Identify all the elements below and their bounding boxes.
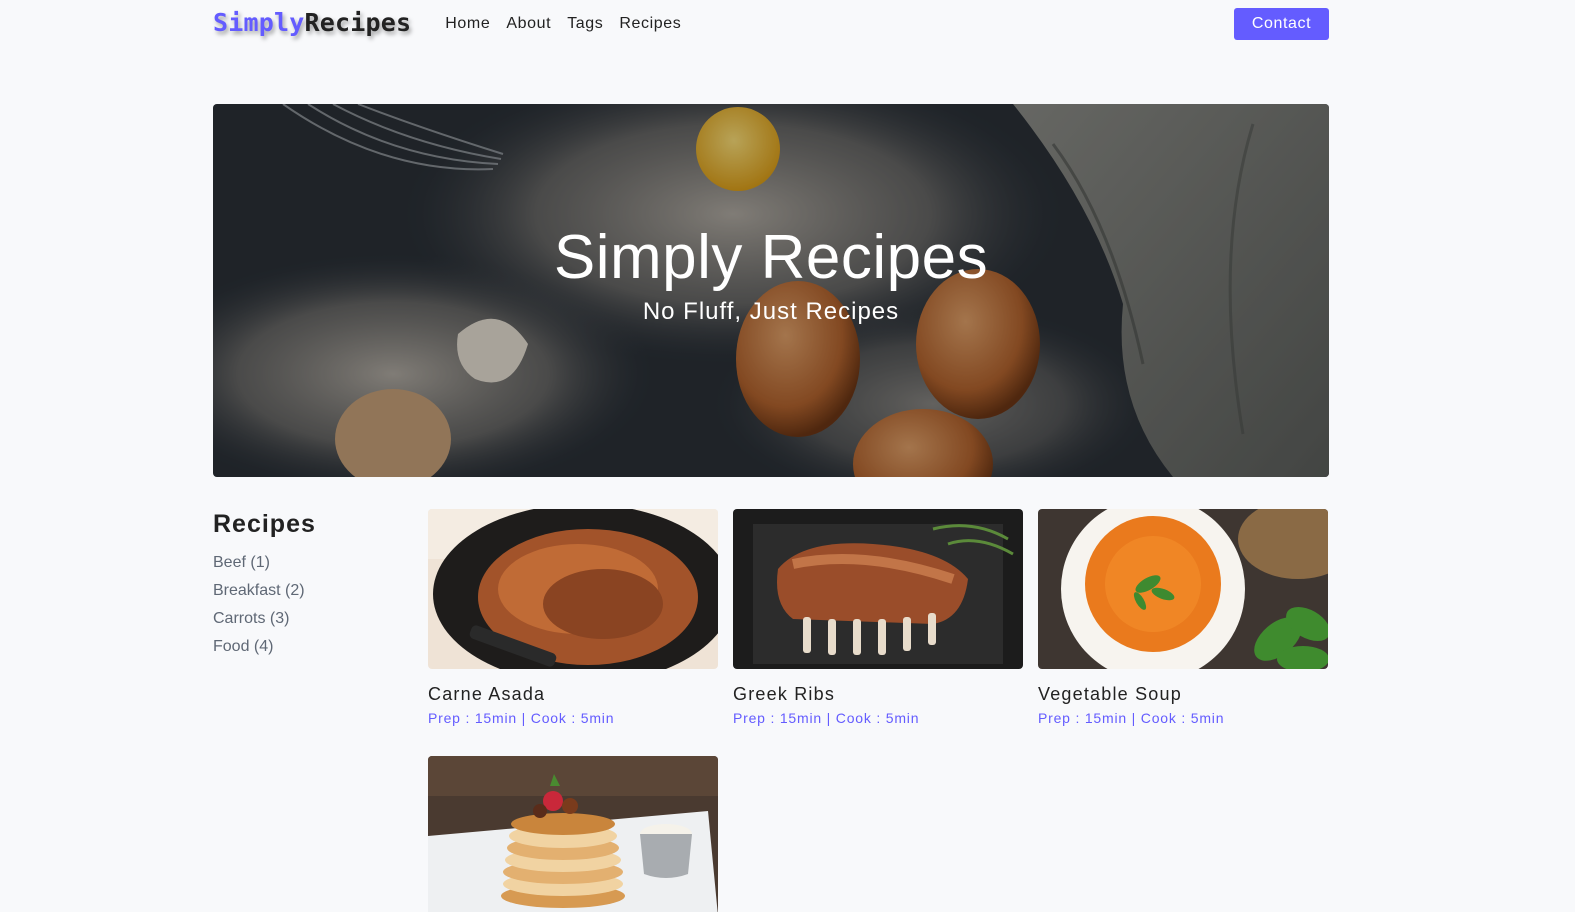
nav-link-about[interactable]: About (506, 15, 551, 33)
recipe-image-pancakes (428, 756, 718, 912)
recipe-card-carne-asada[interactable]: Carne Asada Prep : 15min | Cook : 5min (428, 509, 718, 726)
logo-recipes: Recipes (304, 8, 412, 37)
page: SimplyRecipes Home About Tags Recipes Co… (0, 0, 1575, 912)
tag-link-carrots[interactable]: Carrots (3) (213, 605, 413, 633)
hero-title: Simply Recipes (553, 223, 989, 292)
navbar: SimplyRecipes Home About Tags Recipes Co… (213, 0, 1329, 48)
recipe-title: Carne Asada (428, 684, 546, 704)
recipe-meta: Prep : 15min | Cook : 5min (733, 710, 920, 726)
recipe-meta: Prep : 15min | Cook : 5min (428, 710, 615, 726)
tag-link-breakfast[interactable]: Breakfast (2) (213, 577, 413, 605)
hero-banner: Simply Recipes No Fluff, Just Recipes (213, 104, 1329, 477)
recipe-image-vegetable-soup (1038, 509, 1328, 669)
nav-links: Home About Tags Recipes (445, 15, 697, 33)
recipe-meta: Prep : 15min | Cook : 5min (1038, 710, 1225, 726)
tag-link-beef[interactable]: Beef (1) (213, 549, 413, 577)
hero-subtitle: No Fluff, Just Recipes (642, 298, 900, 326)
nav-link-home[interactable]: Home (445, 15, 490, 33)
tag-link-food[interactable]: Food (4) (213, 633, 413, 661)
recipe-title: Vegetable Soup (1038, 684, 1182, 704)
nav-link-recipes[interactable]: Recipes (619, 15, 681, 33)
recipe-card-vegetable-soup[interactable]: Vegetable Soup Prep : 15min | Cook : 5mi… (1038, 509, 1328, 726)
recipe-image-carne-asada (428, 509, 718, 669)
logo-simply: Simply (213, 8, 305, 37)
tags-sidebar: Recipes Beef (1) Breakfast (2) Carrots (… (213, 510, 413, 661)
recipe-card-greek-ribs[interactable]: Greek Ribs Prep : 15min | Cook : 5min (733, 509, 1023, 726)
hero-text: Simply Recipes No Fluff, Just Recipes (213, 223, 1329, 326)
recipe-card-pancakes[interactable] (428, 756, 718, 912)
nav-link-tags[interactable]: Tags (567, 15, 603, 33)
contact-button[interactable]: Contact (1234, 7, 1329, 40)
sidebar-title: Recipes (213, 510, 316, 538)
recipe-title: Greek Ribs (733, 684, 836, 704)
recipe-image-greek-ribs (733, 509, 1023, 669)
site-logo[interactable]: SimplyRecipes (213, 8, 411, 37)
